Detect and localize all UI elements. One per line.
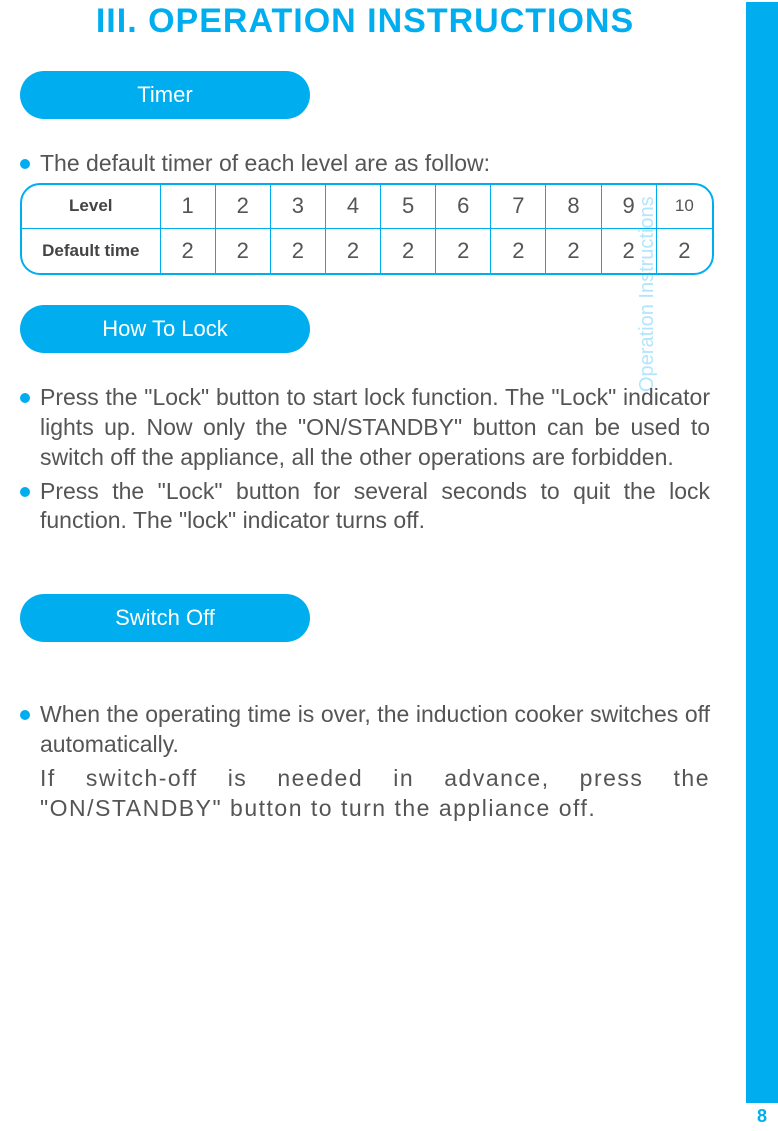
- list-item: Press the "Lock" button to start lock fu…: [20, 383, 710, 473]
- page-number: 8: [746, 1102, 778, 1131]
- level-label: Level: [22, 185, 161, 229]
- level-cell: 10: [657, 185, 712, 229]
- default-time-cell: 2: [436, 229, 491, 273]
- section-heading-timer: Timer: [20, 71, 310, 119]
- page-title: III. OPERATION INSTRUCTIONS: [20, 2, 710, 41]
- lock-text-2: Press the "Lock" button for several seco…: [40, 477, 710, 537]
- timer-table: Level 1 2 3 4 5 6 7 8 9 10 Default time …: [20, 183, 714, 275]
- timer-intro-text: The default timer of each level are as f…: [40, 149, 710, 179]
- default-time-cell: 2: [546, 229, 601, 273]
- section-heading-switchoff: Switch Off: [20, 594, 310, 642]
- lock-bullets: Press the "Lock" button to start lock fu…: [20, 383, 710, 536]
- timer-intro-row: The default timer of each level are as f…: [20, 149, 710, 179]
- bullet-icon: [20, 487, 30, 497]
- default-time-cell: 2: [216, 229, 271, 273]
- side-tab: Operation Instructions: [746, 2, 778, 1102]
- level-cell: 5: [381, 185, 436, 229]
- list-item: When the operating time is over, the ind…: [20, 700, 710, 760]
- bullet-icon: [20, 159, 30, 169]
- default-time-cell: 2: [271, 229, 326, 273]
- switchoff-text-1: When the operating time is over, the ind…: [40, 700, 710, 760]
- section-heading-lock: How To Lock: [20, 305, 310, 353]
- level-cell: 6: [436, 185, 491, 229]
- level-cell: 9: [602, 185, 657, 229]
- table-row: Default time 2 2 2 2 2 2 2 2 2 2: [22, 229, 712, 273]
- list-item: If switch-off is needed in advance, pres…: [20, 764, 710, 824]
- default-time-cell: 2: [161, 229, 216, 273]
- level-cell: 7: [491, 185, 546, 229]
- switchoff-text-1b: If switch-off is needed in advance, pres…: [40, 764, 710, 824]
- level-cell: 2: [216, 185, 271, 229]
- bullet-icon: [20, 710, 30, 720]
- lock-text-1: Press the "Lock" button to start lock fu…: [40, 383, 710, 473]
- switchoff-bullets: When the operating time is over, the ind…: [20, 700, 710, 824]
- level-cell: 3: [271, 185, 326, 229]
- default-time-cell: 2: [326, 229, 381, 273]
- default-time-cell: 2: [381, 229, 436, 273]
- table-row: Level 1 2 3 4 5 6 7 8 9 10: [22, 185, 712, 229]
- page-content: III. OPERATION INSTRUCTIONS Timer The de…: [0, 2, 720, 824]
- level-cell: 1: [161, 185, 216, 229]
- level-cell: 8: [546, 185, 601, 229]
- list-item: Press the "Lock" button for several seco…: [20, 477, 710, 537]
- level-cell: 4: [326, 185, 381, 229]
- default-time-label: Default time: [22, 229, 161, 273]
- default-time-cell: 2: [602, 229, 657, 273]
- default-time-cell: 2: [657, 229, 712, 273]
- bullet-icon: [20, 393, 30, 403]
- default-time-cell: 2: [491, 229, 546, 273]
